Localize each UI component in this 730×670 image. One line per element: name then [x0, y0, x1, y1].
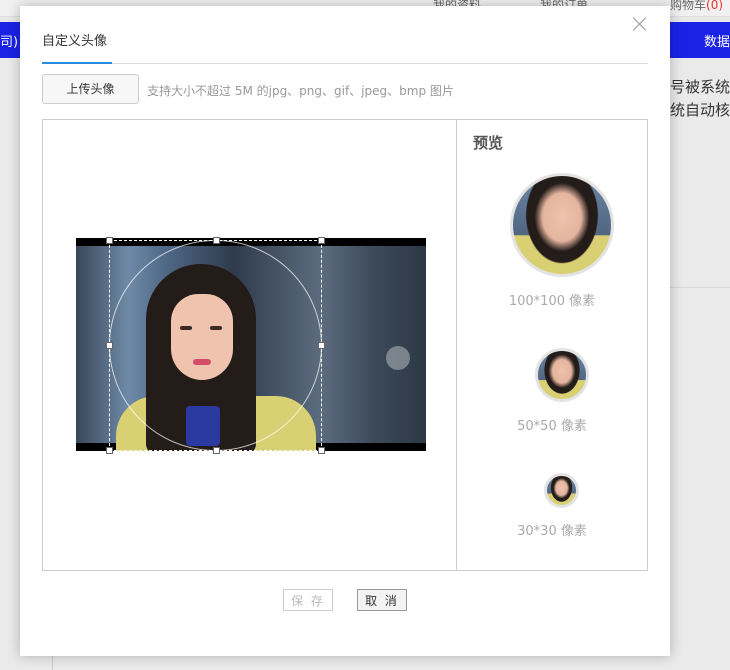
avatar-dialog: 自定义头像 上传头像 支持大小不超过 5M 的jpg、png、gif、jpeg、… — [20, 6, 670, 656]
cart-link-label: 购物车 — [670, 0, 707, 12]
title-tab-indicator — [42, 62, 112, 64]
crop-handle-top-left[interactable] — [106, 237, 113, 244]
preview-panel: 预览 100*100 像素 50*50 像素 30*30 像素 — [457, 120, 647, 570]
avatar-preview-large — [510, 173, 614, 277]
title-divider — [42, 63, 648, 64]
crop-panel — [43, 120, 457, 570]
photo-bokeh — [386, 346, 410, 370]
crop-handle-left[interactable] — [106, 342, 113, 349]
upload-hint: 支持大小不超过 5M 的jpg、png、gif、jpeg、bmp 图片 — [147, 84, 454, 98]
close-icon[interactable] — [632, 16, 648, 32]
nav-data-link[interactable]: 数据 — [704, 31, 730, 50]
background-notice-line-2: 统自动核 — [670, 101, 730, 119]
upload-avatar-button[interactable]: 上传头像 — [42, 74, 139, 104]
preview-large-label: 100*100 像素 — [508, 294, 596, 309]
cancel-button[interactable]: 取 消 — [357, 589, 407, 611]
crop-handle-bottom[interactable] — [213, 447, 220, 454]
crop-handle-right[interactable] — [318, 342, 325, 349]
crop-handle-top[interactable] — [213, 237, 220, 244]
preview-title: 预览 — [473, 134, 504, 152]
background-notice-line-1: 号被系统 — [670, 78, 730, 96]
save-button[interactable]: 保 存 — [283, 589, 333, 611]
avatar-preview-small — [544, 473, 579, 508]
crop-selection[interactable] — [106, 237, 325, 454]
crop-handle-top-right[interactable] — [318, 237, 325, 244]
background-divider — [670, 287, 730, 288]
avatar-editor: 预览 100*100 像素 50*50 像素 30*30 像素 — [42, 119, 648, 571]
cart-count: (0) — [706, 0, 724, 12]
nav-left-text[interactable]: 司) — [0, 31, 18, 50]
avatar-preview-medium — [535, 348, 589, 402]
dialog-title: 自定义头像 — [42, 34, 108, 49]
cart-link[interactable]: 购物车(0) — [670, 0, 723, 13]
crop-circle-guide — [110, 241, 321, 450]
crop-handle-bottom-right[interactable] — [318, 447, 325, 454]
crop-handle-bottom-left[interactable] — [106, 447, 113, 454]
preview-small-label: 30*30 像素 — [517, 524, 587, 539]
preview-medium-label: 50*50 像素 — [517, 419, 587, 434]
